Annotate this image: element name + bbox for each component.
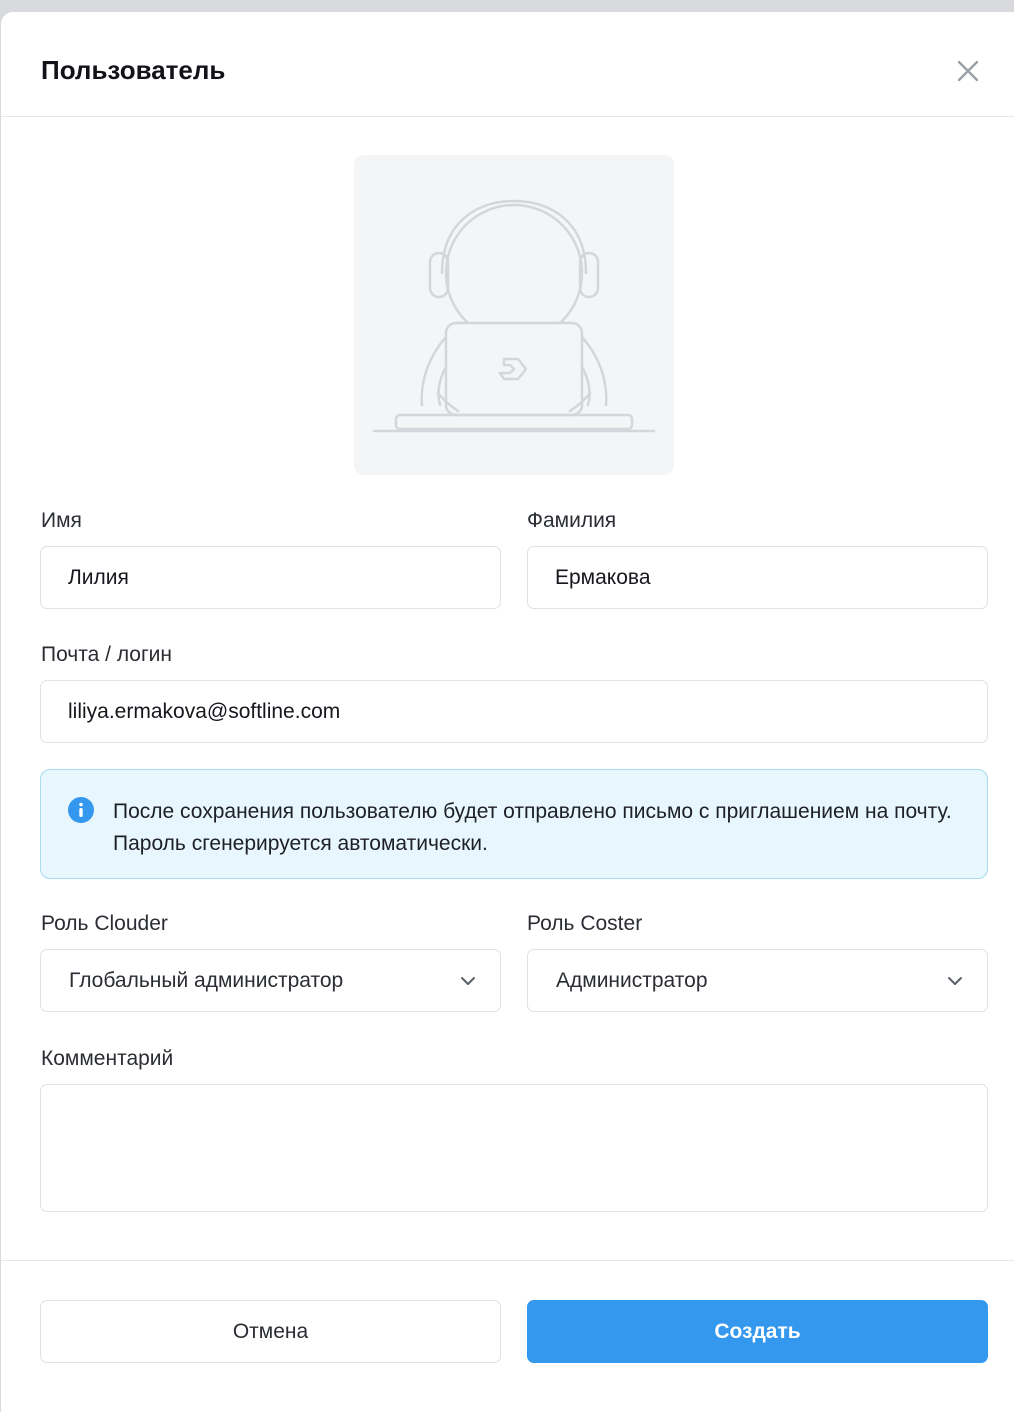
close-button[interactable]	[951, 56, 985, 86]
avatar[interactable]	[354, 155, 674, 475]
astronaut-placeholder-icon	[372, 199, 656, 433]
info-text: После сохранения пользователю будет отпр…	[113, 800, 952, 855]
dialog-title: Пользователь	[41, 55, 226, 85]
role-clouder-label: Роль Clouder	[41, 912, 168, 935]
email-input[interactable]: liliya.ermakova@softline.com	[40, 680, 988, 743]
first-name-label: Имя	[41, 509, 82, 532]
dialog-header: Пользователь	[1, 12, 1014, 117]
info-notice: После сохранения пользователю будет отпр…	[40, 769, 988, 879]
last-name-input[interactable]: Ермакова	[527, 546, 988, 609]
role-coster-select[interactable]: Администратор	[527, 949, 988, 1012]
footer-divider	[1, 1260, 1014, 1261]
role-clouder-select[interactable]: Глобальный администратор	[40, 949, 501, 1012]
comment-textarea[interactable]	[40, 1084, 988, 1212]
role-coster-value: Администратор	[556, 968, 708, 992]
role-clouder-value: Глобальный администратор	[69, 968, 344, 992]
close-icon	[957, 60, 979, 82]
chevron-down-icon	[461, 976, 475, 985]
info-icon	[68, 797, 94, 823]
last-name-label: Фамилия	[527, 509, 617, 532]
create-button[interactable]: Создать	[527, 1300, 988, 1363]
email-label: Почта / логин	[41, 643, 172, 666]
first-name-input[interactable]: Лилия	[40, 546, 501, 609]
cancel-button[interactable]: Отмена	[40, 1300, 501, 1363]
chevron-down-icon	[948, 976, 962, 985]
user-dialog: Пользователь Имя Лилия Фамилия Ермакова …	[1, 12, 1014, 1412]
comment-label: Комментарий	[41, 1047, 174, 1070]
role-coster-label: Роль Coster	[527, 912, 643, 935]
